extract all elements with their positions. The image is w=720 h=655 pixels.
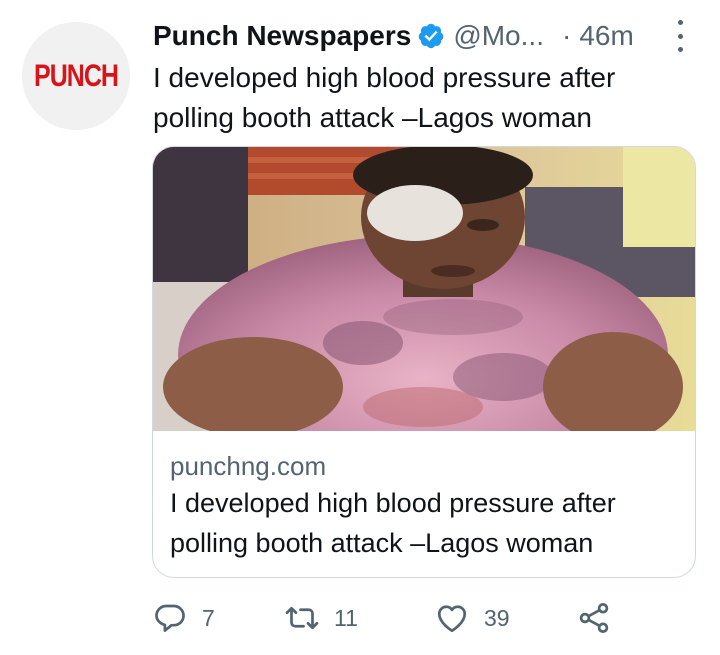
reply-icon: [155, 604, 185, 632]
like-count: 39: [484, 604, 510, 631]
tweet-timestamp[interactable]: 46m: [579, 20, 633, 52]
retweet-count: 11: [334, 604, 358, 631]
heart-icon: [437, 605, 467, 633]
card-domain: punchng.com: [170, 451, 327, 481]
punch-logo: PUNCH: [34, 57, 119, 93]
like-button[interactable]: 39: [434, 596, 510, 640]
more-dot: [677, 33, 683, 39]
more-dot: [677, 20, 683, 25]
tweet-header: Punch Newspapers @Mo... · 46m: [153, 14, 693, 58]
share-button[interactable]: [576, 596, 612, 640]
separator-dot: ·: [561, 20, 572, 51]
tweet-actions: 7 11 39: [152, 596, 622, 640]
verified-badge-icon: [419, 23, 444, 49]
avatar[interactable]: PUNCH: [22, 22, 130, 130]
card-title: I developed high blood pressure after po…: [170, 488, 616, 558]
author-name[interactable]: Punch Newspapers: [153, 20, 411, 52]
link-card[interactable]: punchng.com I developed high blood press…: [152, 146, 696, 578]
more-options-icon[interactable]: [672, 20, 688, 52]
retweet-icon: [285, 606, 319, 630]
author-handle[interactable]: @Mo...: [453, 20, 544, 52]
card-meta: punchng.com I developed high blood press…: [170, 449, 685, 563]
card-image: [153, 147, 695, 431]
retweet-button[interactable]: 11: [284, 596, 358, 640]
reply-button[interactable]: 7: [152, 596, 215, 640]
tweet-text: I developed high blood pressure after po…: [153, 62, 616, 133]
more-dot: [677, 47, 683, 52]
reply-count: 7: [202, 604, 215, 631]
share-icon: [579, 603, 609, 633]
